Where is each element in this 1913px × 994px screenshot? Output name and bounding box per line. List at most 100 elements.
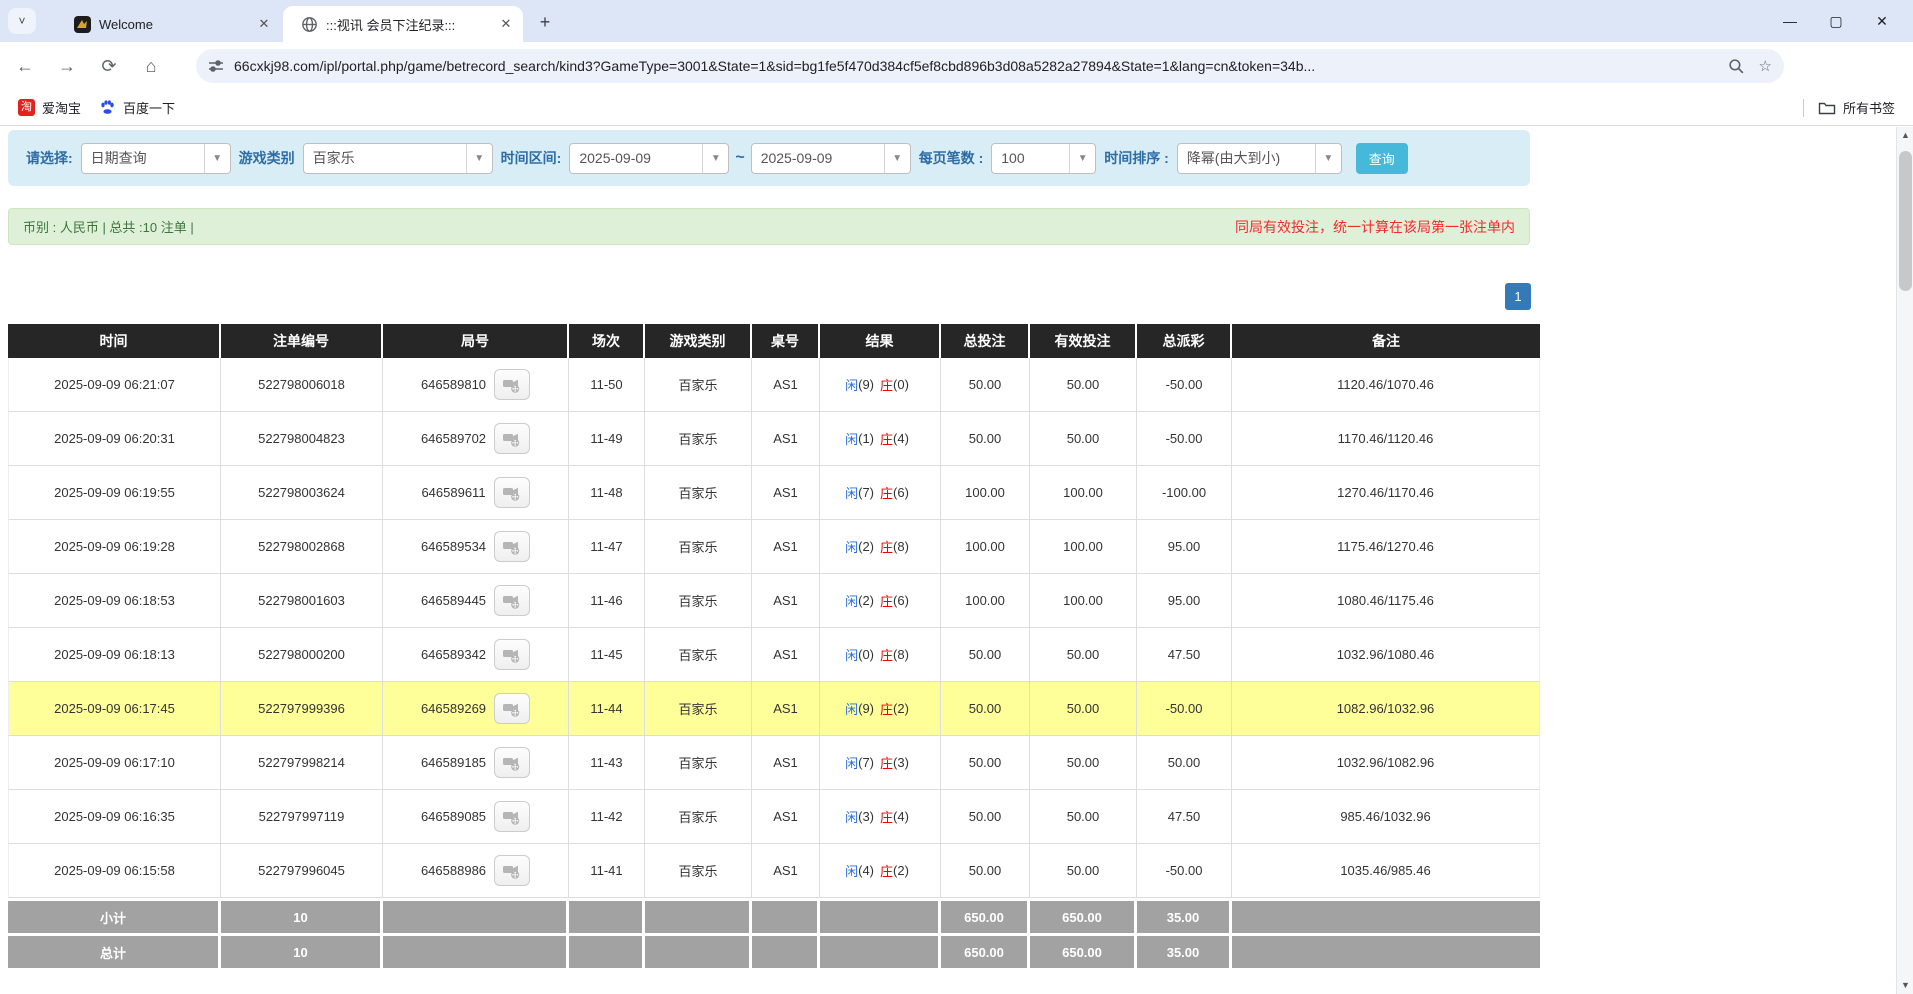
- banker-result: 庄: [880, 375, 893, 394]
- new-tab-button[interactable]: +: [532, 10, 558, 36]
- back-button[interactable]: ←: [8, 49, 42, 83]
- cell-time: 2025-09-09 06:20:31: [8, 412, 221, 466]
- scroll-up-icon[interactable]: ▲: [1897, 127, 1913, 144]
- round-number: 646589342: [421, 647, 486, 662]
- video-replay-button[interactable]: [494, 477, 530, 508]
- chevron-down-icon: ▼: [1069, 144, 1095, 173]
- table-row: 2025-09-09 06:18:13 522798000200 6465893…: [8, 628, 1540, 682]
- cell-session: 11-46: [569, 574, 645, 628]
- bookmark-aitaobao[interactable]: 淘 爱淘宝: [18, 98, 81, 117]
- cell-time: 2025-09-09 06:21:07: [8, 358, 221, 412]
- cell-total-bet: 50.00: [941, 412, 1030, 466]
- cell-session: 11-44: [569, 682, 645, 736]
- table-row: 2025-09-09 06:17:10 522797998214 6465891…: [8, 736, 1540, 790]
- url-text[interactable]: 66cxkj98.com/ipl/portal.php/game/betreco…: [234, 58, 1714, 74]
- tab-welcome[interactable]: Welcome ✕: [66, 6, 281, 42]
- cell-bet-id: 522797998214: [221, 736, 383, 790]
- player-result: 闲: [845, 483, 858, 502]
- round-number: 646589185: [421, 755, 486, 770]
- cell-bet-id: 522797999396: [221, 682, 383, 736]
- filter-bar: 请选择: 日期查询 ▼ 游戏类别 百家乐 ▼ 时间区间: 2025-09-09 …: [8, 130, 1530, 186]
- player-result: 闲: [845, 537, 858, 556]
- banker-result: 庄: [880, 753, 893, 772]
- cell-note: 1120.46/1070.46: [1232, 358, 1540, 412]
- footer-empty-cell: [820, 901, 941, 933]
- footer-empty-cell: [645, 936, 752, 968]
- video-camera-icon: [502, 484, 522, 502]
- round-number: 646589269: [421, 701, 486, 716]
- maximize-button[interactable]: ▢: [1813, 0, 1859, 42]
- video-replay-button[interactable]: [494, 855, 530, 886]
- bookmark-label: 百度一下: [123, 98, 175, 117]
- cell-total-bet: 50.00: [941, 844, 1030, 898]
- player-result: 闲: [845, 753, 858, 772]
- banker-result: 庄: [880, 861, 893, 880]
- cell-game-type: 百家乐: [645, 412, 752, 466]
- all-bookmarks-label: 所有书签: [1843, 98, 1895, 117]
- cell-table-no: AS1: [752, 736, 820, 790]
- tab-title: Welcome: [99, 17, 255, 32]
- bookmark-star-icon[interactable]: ☆: [1759, 57, 1772, 75]
- per-page-select[interactable]: 100 ▼: [991, 143, 1096, 174]
- cell-round: 646589810: [383, 358, 569, 412]
- pagination-page-1[interactable]: 1: [1505, 283, 1531, 310]
- site-settings-icon[interactable]: [208, 58, 224, 74]
- video-replay-button[interactable]: [494, 801, 530, 832]
- window-controls: — ▢ ✕: [1767, 0, 1905, 42]
- video-camera-icon: [502, 376, 522, 394]
- search-button[interactable]: 查询: [1356, 143, 1408, 174]
- video-camera-icon: [502, 430, 522, 448]
- video-camera-icon: [502, 700, 522, 718]
- table-header-row: 时间 注单编号 局号 场次 游戏类别 桌号 结果 总投注 有效投注 总派彩 备注: [8, 324, 1540, 358]
- cell-note: 1082.96/1032.96: [1232, 682, 1540, 736]
- home-button[interactable]: ⌂: [134, 49, 168, 83]
- tab-bet-records[interactable]: :::视讯 会员下注纪录::: ✕: [283, 6, 523, 42]
- tab-search-button[interactable]: ˅: [8, 8, 36, 34]
- cell-table-no: AS1: [752, 574, 820, 628]
- table-row: 2025-09-09 06:21:07 522798006018 6465898…: [8, 358, 1540, 412]
- tab-close-icon[interactable]: ✕: [497, 15, 515, 33]
- reload-button[interactable]: ⟳: [92, 49, 126, 83]
- cell-table-no: AS1: [752, 412, 820, 466]
- video-replay-button[interactable]: [494, 531, 530, 562]
- total-payout: 35.00: [1137, 936, 1232, 968]
- video-replay-button[interactable]: [494, 693, 530, 724]
- banker-score: (6): [893, 593, 909, 608]
- game-type-select[interactable]: 百家乐 ▼: [303, 143, 493, 174]
- zoom-icon[interactable]: [1728, 58, 1745, 75]
- cell-valid-bet: 100.00: [1030, 574, 1137, 628]
- bookmarks-bar: 淘 爱淘宝 百度一下 所有书签: [0, 90, 1913, 126]
- scrollbar-thumb[interactable]: [1899, 151, 1912, 291]
- video-replay-button[interactable]: [494, 639, 530, 670]
- vertical-scrollbar[interactable]: ▲ ▼: [1896, 127, 1913, 994]
- video-replay-button[interactable]: [494, 369, 530, 400]
- round-number: 646589085: [421, 809, 486, 824]
- round-number: 646589534: [421, 539, 486, 554]
- folder-icon: [1818, 100, 1836, 116]
- header-table-no: 桌号: [752, 324, 820, 358]
- bookmark-baidu[interactable]: 百度一下: [99, 98, 175, 117]
- address-bar[interactable]: 66cxkj98.com/ipl/portal.php/game/betreco…: [196, 49, 1784, 83]
- all-bookmarks[interactable]: 所有书签: [1803, 98, 1895, 117]
- cell-session: 11-47: [569, 520, 645, 574]
- minimize-button[interactable]: —: [1767, 0, 1813, 42]
- scroll-down-icon[interactable]: ▼: [1897, 977, 1913, 994]
- cell-payout: -50.00: [1137, 844, 1232, 898]
- player-result: 闲: [845, 375, 858, 394]
- forward-button[interactable]: →: [50, 49, 84, 83]
- video-replay-button[interactable]: [494, 747, 530, 778]
- query-mode-select[interactable]: 日期查询 ▼: [81, 143, 231, 174]
- tab-close-icon[interactable]: ✕: [255, 15, 273, 33]
- date-to-input[interactable]: 2025-09-09 ▼: [751, 143, 911, 174]
- close-button[interactable]: ✕: [1859, 0, 1905, 42]
- sort-select[interactable]: 降幂(由大到小) ▼: [1177, 143, 1342, 174]
- video-replay-button[interactable]: [494, 423, 530, 454]
- date-from-input[interactable]: 2025-09-09 ▼: [569, 143, 729, 174]
- video-replay-button[interactable]: [494, 585, 530, 616]
- video-camera-icon: [502, 538, 522, 556]
- cell-result: 闲(1) 庄(4): [820, 412, 941, 466]
- banker-score: (3): [893, 755, 909, 770]
- cell-round: 646589702: [383, 412, 569, 466]
- cell-table-no: AS1: [752, 628, 820, 682]
- cell-bet-id: 522798006018: [221, 358, 383, 412]
